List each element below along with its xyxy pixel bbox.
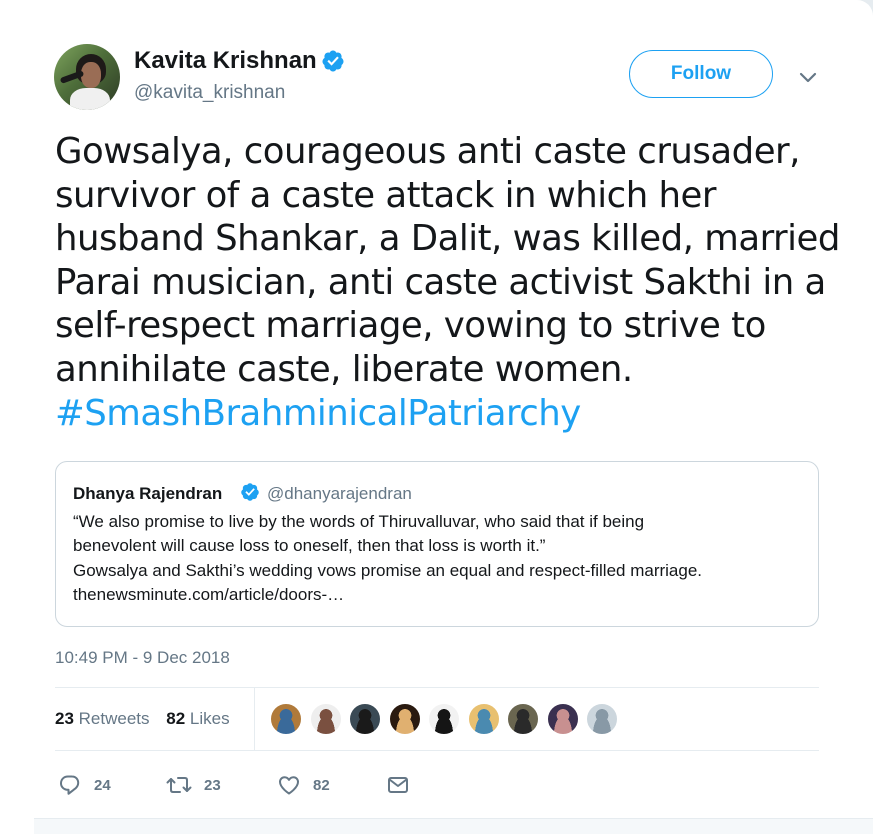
quoted-link[interactable]: thenewsminute.com/article/doors-… [73, 583, 813, 607]
heart-icon [279, 776, 299, 795]
direct-message-button[interactable] [386, 772, 410, 798]
liker-avatar[interactable] [586, 703, 618, 735]
tweet-timestamp[interactable]: 10:49 PM - 9 Dec 2018 [55, 648, 230, 668]
quoted-tweet[interactable]: Dhanya Rajendran @dhanyarajendran “We al… [55, 461, 819, 627]
tweet-text-line: annihilate caste, liberate women. [55, 348, 633, 390]
reply-count: 24 [94, 776, 111, 794]
quoted-text-line: benevolent will cause loss to oneself, t… [73, 536, 546, 556]
retweet-count: 23 [204, 776, 221, 794]
divider [254, 688, 255, 750]
quoted-tweet-text: “We also promise to live by the words of… [73, 510, 813, 607]
retweet-icon [166, 777, 192, 793]
quoted-text-line: “We also promise to live by the words of… [73, 512, 645, 531]
liker-avatar[interactable] [309, 703, 342, 735]
author-name[interactable]: Kavita Krishnan [134, 47, 317, 75]
footer-strip [34, 818, 873, 834]
reply-icon [60, 775, 80, 795]
tweet-text: Gowsalya, courageous anti caste crusader… [55, 130, 840, 436]
liker-avatar[interactable] [507, 703, 539, 735]
retweets-label: Retweets [78, 709, 150, 728]
divider [55, 750, 819, 751]
tweet-card: Kavita Krishnan @kavita_krishnan Follow … [0, 0, 873, 834]
liker-avatar[interactable] [349, 703, 381, 735]
envelope-icon [388, 777, 408, 793]
verified-badge-icon [241, 483, 259, 501]
author-handle[interactable]: @kavita_krishnan [134, 82, 285, 104]
like-button[interactable]: 82 [277, 772, 330, 798]
tweet-text-line: survivor of a caste attack in which her [55, 174, 716, 216]
quoted-author-name: Dhanya Rajendran [73, 484, 223, 503]
likes-count: 82 [166, 709, 186, 728]
liker-avatar[interactable] [546, 703, 579, 735]
tweet-text-line: self-respect marriage, vowing to strive … [55, 305, 766, 347]
liker-avatar[interactable] [428, 703, 460, 735]
quoted-text-line: Gowsalya and Sakthi’s wedding vows promi… [73, 560, 703, 580]
liker-avatar[interactable] [467, 703, 500, 735]
tweet-text-line: husband Shankar, a Dalit, was killed, ma… [55, 218, 840, 260]
author-avatar[interactable] [54, 44, 120, 110]
divider [55, 687, 819, 688]
quoted-author-handle: @dhanyarajendran [267, 484, 412, 503]
likes-stat[interactable]: 82 Likes [166, 709, 229, 729]
liker-avatar[interactable] [270, 703, 302, 735]
like-count: 82 [313, 776, 330, 794]
reply-button[interactable]: 24 [58, 772, 111, 798]
tweet-text-line: Parai musician, anti caste activist Sakt… [55, 261, 826, 303]
verified-badge-icon [322, 50, 344, 72]
retweet-button[interactable]: 23 [166, 772, 221, 798]
chevron-down-icon[interactable] [798, 68, 818, 88]
hashtag-link[interactable]: #SmashBrahminicalPatriarchy [55, 392, 815, 436]
tweet-text-line: Gowsalya, courageous anti caste crusader… [55, 131, 800, 172]
liker-avatar[interactable] [388, 703, 421, 735]
retweets-stat[interactable]: 23 Retweets [55, 709, 150, 729]
likes-label: Likes [189, 709, 230, 728]
follow-button[interactable]: Follow [629, 50, 773, 98]
retweets-count: 23 [55, 709, 74, 728]
tweet-stats: 23 Retweets 82 Likes [55, 709, 242, 729]
